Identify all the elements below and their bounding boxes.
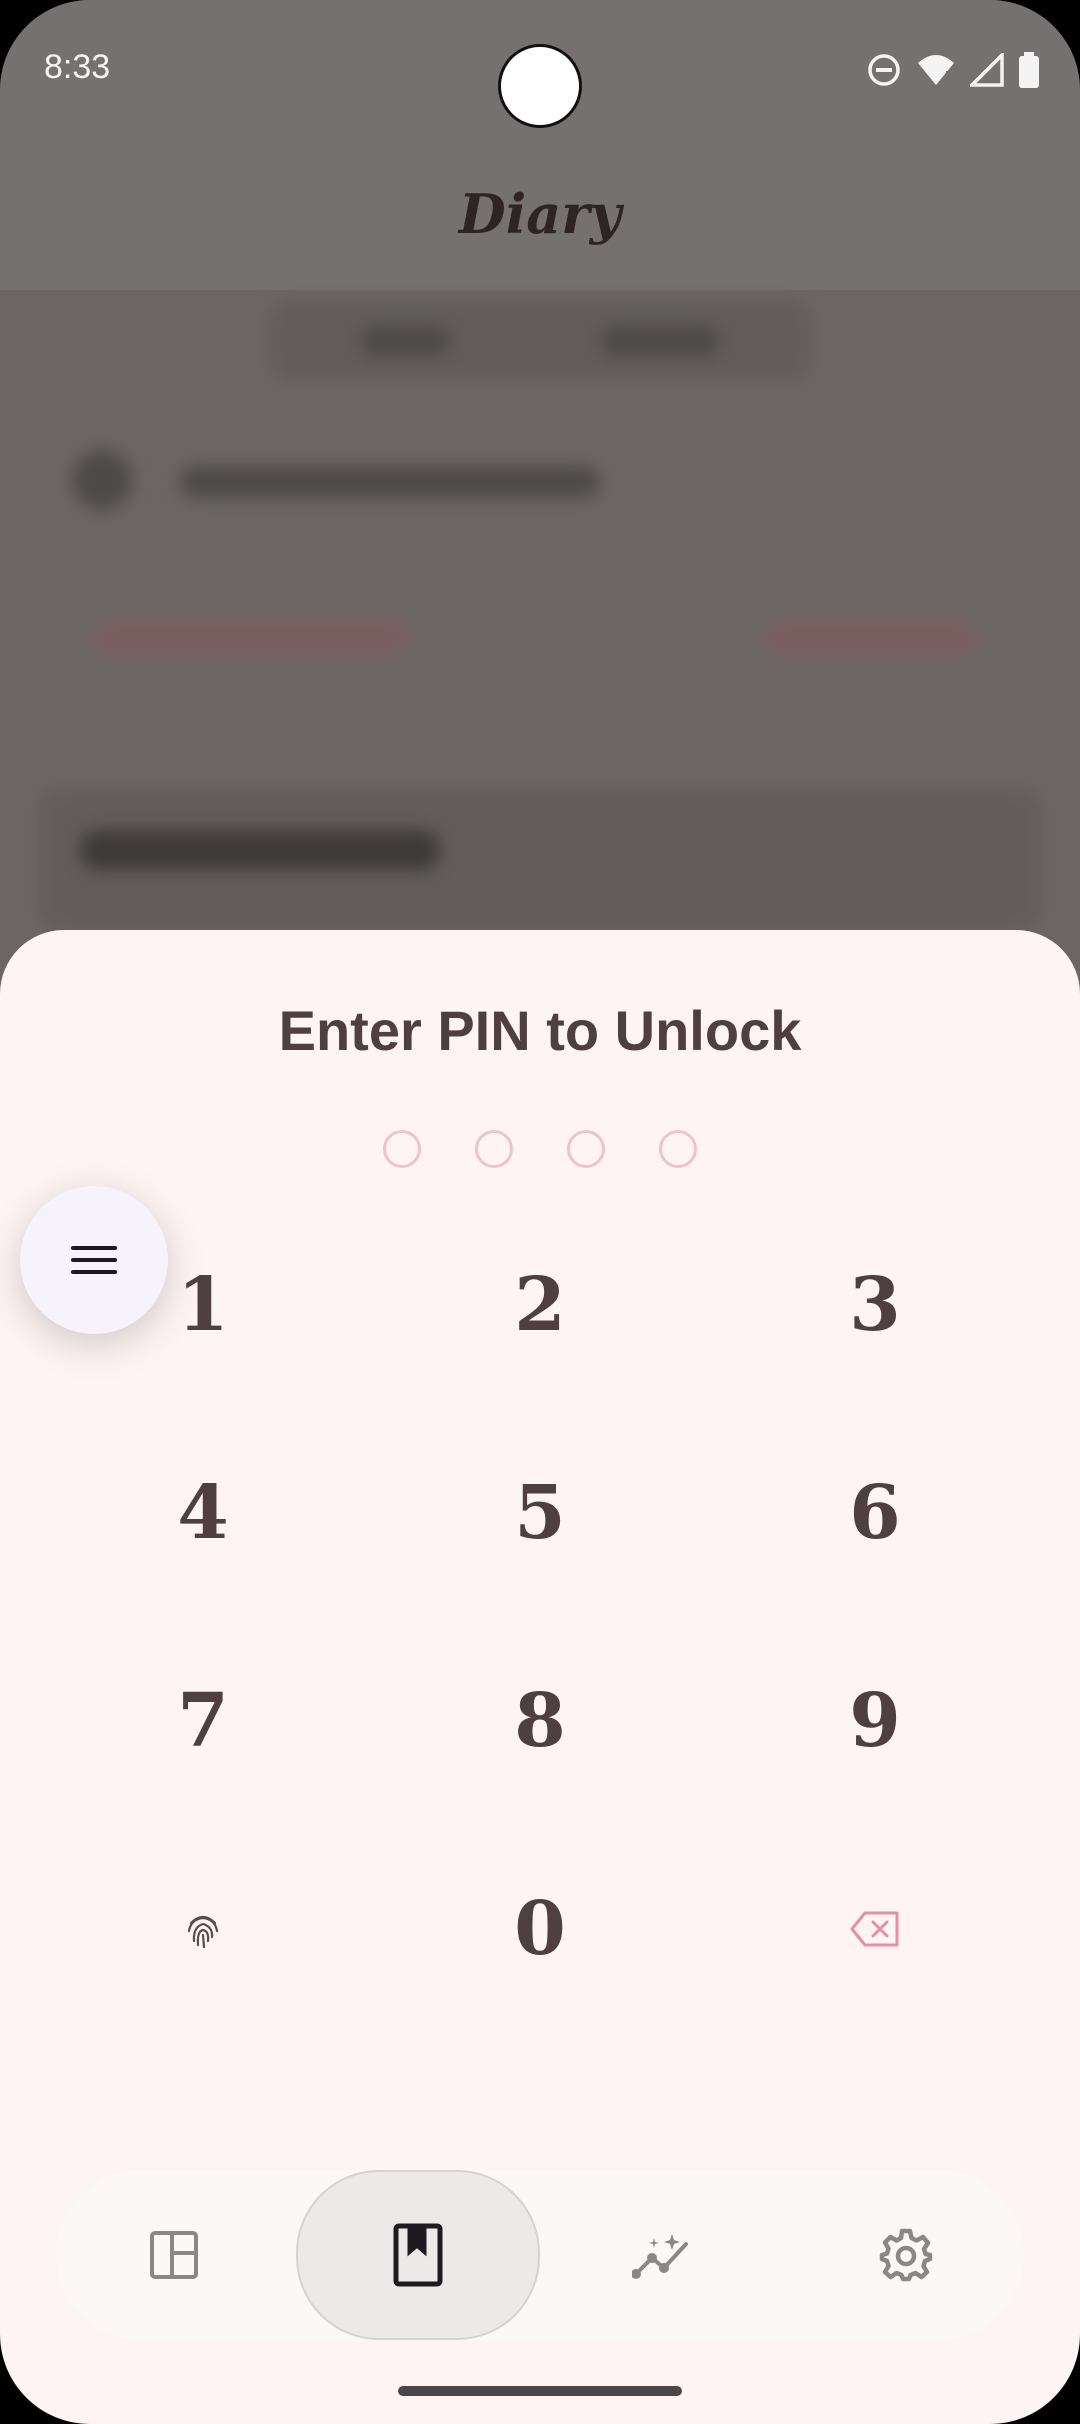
wifi-icon bbox=[918, 55, 954, 85]
key-5[interactable]: 5 bbox=[430, 1428, 650, 1598]
status-time: 8:33 bbox=[44, 48, 111, 86]
front-camera bbox=[498, 44, 582, 128]
battery-icon bbox=[1019, 52, 1039, 88]
blurred-tab-2 bbox=[600, 326, 720, 356]
key-3[interactable]: 3 bbox=[765, 1220, 985, 1390]
fingerprint-button[interactable] bbox=[93, 1844, 313, 2014]
backspace-icon bbox=[850, 1911, 899, 1947]
app-bar: Diary bbox=[0, 140, 1080, 290]
screen: 8:33 Diary Enter PIN to Unlock 1 2 3 4 5… bbox=[0, 0, 1080, 2424]
key-6[interactable]: 6 bbox=[765, 1428, 985, 1598]
key-7[interactable]: 7 bbox=[93, 1636, 313, 1806]
gesture-handle[interactable] bbox=[398, 2386, 682, 2396]
key-9[interactable]: 9 bbox=[765, 1636, 985, 1806]
blurred-chip-right bbox=[760, 620, 980, 656]
key-4[interactable]: 4 bbox=[93, 1428, 313, 1598]
key-0[interactable]: 0 bbox=[430, 1844, 650, 2014]
bottom-navigation bbox=[56, 2170, 1024, 2340]
blurred-card-title bbox=[80, 830, 440, 870]
key-8[interactable]: 8 bbox=[430, 1636, 650, 1806]
nav-dashboard[interactable] bbox=[74, 2170, 274, 2340]
pin-sheet-title: Enter PIN to Unlock bbox=[278, 999, 802, 1062]
pin-dot bbox=[659, 1130, 697, 1168]
dnd-icon bbox=[868, 54, 900, 86]
gear-icon bbox=[879, 2228, 933, 2282]
menu-icon bbox=[71, 1246, 117, 1274]
blurred-chip-left bbox=[90, 620, 410, 656]
nav-journal[interactable] bbox=[296, 2170, 540, 2340]
app-title: Diary bbox=[458, 182, 622, 246]
menu-button[interactable] bbox=[20, 1186, 168, 1334]
blurred-tab-pill bbox=[270, 300, 810, 380]
pin-dot bbox=[567, 1130, 605, 1168]
pin-dot bbox=[383, 1130, 421, 1168]
dashboard-icon bbox=[150, 2231, 198, 2279]
status-bar: 8:33 bbox=[0, 0, 1080, 140]
pin-dot bbox=[475, 1130, 513, 1168]
backspace-button[interactable] bbox=[765, 1844, 985, 2014]
blurred-row-text bbox=[180, 466, 600, 498]
bookmark-book-icon bbox=[393, 2223, 443, 2287]
blurred-background-content bbox=[0, 290, 1080, 990]
blurred-tab-1 bbox=[360, 326, 450, 356]
nav-insights[interactable] bbox=[562, 2170, 762, 2340]
pin-indicator bbox=[0, 1130, 1080, 1168]
nav-settings[interactable] bbox=[806, 2170, 1006, 2340]
insights-chart-icon bbox=[632, 2234, 688, 2279]
blurred-row-icon bbox=[72, 450, 132, 510]
fingerprint-icon bbox=[187, 1915, 219, 1949]
key-2[interactable]: 2 bbox=[430, 1220, 650, 1390]
status-icons bbox=[866, 50, 1040, 90]
signal-icon bbox=[970, 53, 1004, 87]
